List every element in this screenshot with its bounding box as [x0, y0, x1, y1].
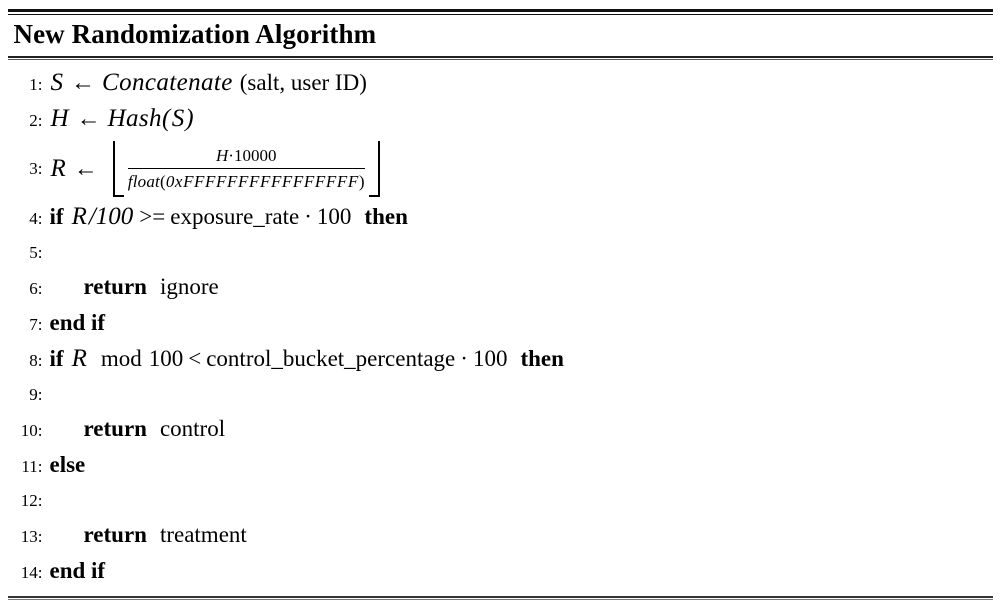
algorithm-body: 1: S ← Concatenate (salt, user ID) 2: H … — [8, 60, 993, 596]
multiplication-operator: · — [460, 345, 468, 371]
algorithm-caption: New Randomization Algorithm — [13, 19, 377, 49]
floor-left-bracket-icon — [112, 140, 124, 197]
keyword-then: then — [520, 345, 564, 371]
line-content: R ← H·10000 float(0xFFFFFFFFFFFFFFFF) — [50, 138, 380, 200]
line-content: S ← Concatenate (salt, user ID) — [50, 66, 367, 100]
keyword-return: return — [83, 521, 147, 547]
line-number: 3: — [29, 158, 43, 178]
keyword-end-if: end if — [49, 309, 106, 335]
line-number: 10: — [20, 420, 43, 440]
paren-close: ) — [185, 104, 194, 132]
division-by-100: /100 — [88, 202, 134, 230]
line-content: H ← Hash ( S ) — [50, 102, 194, 136]
line-number: 8: — [29, 350, 43, 370]
line-number: 9: — [29, 384, 43, 404]
algorithm-line: 14: end if — [8, 554, 993, 590]
line-number: 13: — [20, 526, 43, 546]
numerator-variable: H — [216, 145, 229, 165]
floor-expression: H·10000 float(0xFFFFFFFFFFFFFFFF) — [112, 140, 380, 197]
variable-R: R — [71, 202, 87, 230]
line-number: 4: — [29, 208, 43, 228]
variable-S: S — [50, 68, 64, 96]
line-content: else — [50, 448, 86, 482]
line-number: 14: — [20, 562, 43, 582]
algorithm-line: 12: — [8, 484, 993, 518]
return-value-treatment: treatment — [159, 521, 247, 547]
algorithm-line: 9: — [8, 378, 993, 412]
function-hash: Hash — [107, 104, 162, 132]
floor-right-bracket-icon — [368, 140, 380, 197]
algorithm-line: 1: S ← Concatenate (salt, user ID) — [8, 66, 993, 102]
return-value-ignore: ignore — [159, 273, 219, 299]
operator-mod: mod — [100, 345, 142, 371]
algorithm-line: 5: — [8, 236, 993, 270]
line-content: end if — [50, 554, 106, 588]
denominator-function: float — [127, 171, 160, 191]
hash-argument: S — [171, 104, 185, 132]
variable-H: H — [50, 104, 69, 132]
concatenate-args: (salt, user ID) — [239, 69, 367, 95]
line-number: 7: — [29, 314, 43, 334]
paren-open: ( — [161, 104, 171, 132]
algorithm-line: 2: H ← Hash ( S ) — [8, 102, 993, 138]
keyword-return: return — [83, 273, 147, 299]
line-number: 5: — [29, 242, 43, 262]
algorithm-line: 11: else — [8, 448, 993, 484]
line-content: return treatment — [50, 518, 247, 552]
keyword-then: then — [364, 203, 408, 229]
denominator-paren-close: ) — [358, 171, 365, 191]
keyword-end-if: end if — [49, 557, 106, 583]
fraction-numerator: H·10000 — [128, 145, 365, 168]
algorithm-line: 13: return treatment — [8, 518, 993, 554]
assign-arrow-icon: ← — [76, 105, 101, 132]
line-number: 6: — [29, 278, 43, 298]
factor-100: 100 — [316, 203, 352, 229]
line-number: 11: — [21, 456, 43, 476]
fraction: H·10000 float(0xFFFFFFFFFFFFFFFF) — [124, 141, 369, 197]
assign-arrow-icon: ← — [71, 69, 95, 96]
keyword-if: if — [49, 345, 64, 371]
line-content: if R /100 >= exposure_rate · 100 then — [50, 200, 408, 234]
algorithm-line: 4: if R /100 >= exposure_rate · 100 then — [8, 200, 993, 236]
assign-arrow-icon: ← — [73, 155, 98, 182]
rule-bottom — [7, 595, 993, 600]
fraction-denominator: float(0xFFFFFFFFFFFFFFFF) — [127, 167, 365, 193]
keyword-else: else — [49, 451, 86, 477]
comparator: < — [188, 345, 202, 371]
algorithm-line: 7: end if — [8, 306, 993, 342]
variable-R: R — [71, 344, 87, 372]
line-number: 12: — [20, 490, 43, 510]
denominator-hex-constant: 0xFFFFFFFFFFFFFFFF — [165, 171, 359, 191]
algorithm-line: 6: return ignore — [8, 270, 993, 306]
multiplication-operator: · — [304, 203, 312, 229]
line-number: 2: — [29, 110, 43, 130]
return-value-control: control — [159, 415, 226, 441]
line-number: 1: — [29, 74, 43, 94]
line-content: return control — [50, 412, 226, 446]
operand-exposure-rate: exposure_rate — [170, 203, 300, 229]
operand-control-bucket-percentage: control_bucket_percentage — [206, 345, 456, 371]
algorithm-line: 10: return control — [8, 412, 993, 448]
keyword-if: if — [49, 203, 64, 229]
algorithm-float: New Randomization Algorithm 1: S ← Conca… — [7, 9, 993, 600]
algorithm-line: 3: R ← H·10000 float(0xFFFFFFFFFFFFFFFF) — [8, 138, 993, 200]
algorithm-line: 8: if R mod 100 < control_bucket_percent… — [8, 342, 993, 378]
variable-R: R — [50, 154, 66, 182]
comparator: >= — [139, 203, 166, 229]
line-content: if R mod 100 < control_bucket_percentage… — [50, 342, 564, 376]
line-content: end if — [50, 306, 106, 340]
keyword-return: return — [83, 415, 147, 441]
modulus-100: 100 — [148, 345, 184, 371]
numerator-constant: 10000 — [233, 145, 277, 165]
factor-100: 100 — [472, 345, 508, 371]
line-content: return ignore — [50, 270, 219, 304]
function-concatenate: Concatenate — [102, 68, 233, 96]
